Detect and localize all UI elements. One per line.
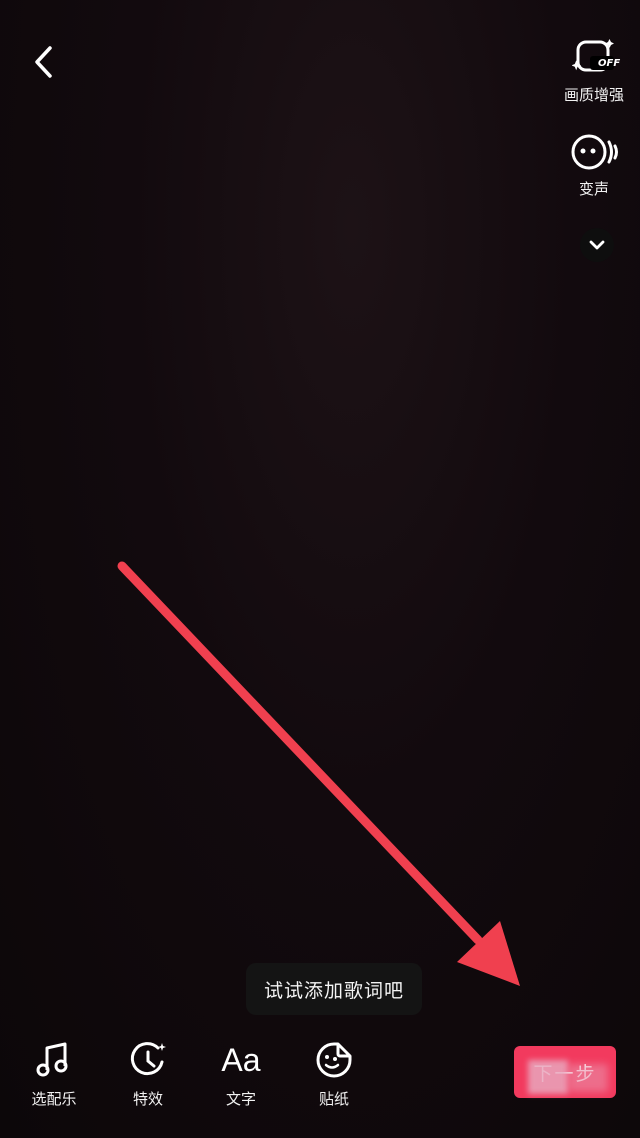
text-aa-icon: Aa (221, 1042, 261, 1078)
effects-label: 特效 (132, 1090, 163, 1108)
text-button[interactable]: Aa 文字 (201, 1040, 281, 1109)
effects-button[interactable]: 特效 (108, 1040, 188, 1109)
sticker-label: 贴纸 (318, 1090, 349, 1108)
lyrics-hint-text: 试试添加歌词吧 (263, 979, 404, 1002)
lyrics-hint-tooltip: 试试添加歌词吧 (246, 963, 422, 1015)
mosaic-overlay (528, 1060, 568, 1094)
text-label: 文字 (225, 1090, 256, 1108)
sticker-button[interactable]: 贴纸 (294, 1040, 374, 1109)
select-music-label: 选配乐 (31, 1090, 77, 1108)
effects-clock-icon (128, 1040, 168, 1080)
sticker-icon (314, 1040, 354, 1080)
select-music-button[interactable]: 选配乐 (14, 1040, 94, 1109)
music-note-icon (34, 1040, 74, 1080)
mosaic-overlay-2 (568, 1064, 608, 1092)
